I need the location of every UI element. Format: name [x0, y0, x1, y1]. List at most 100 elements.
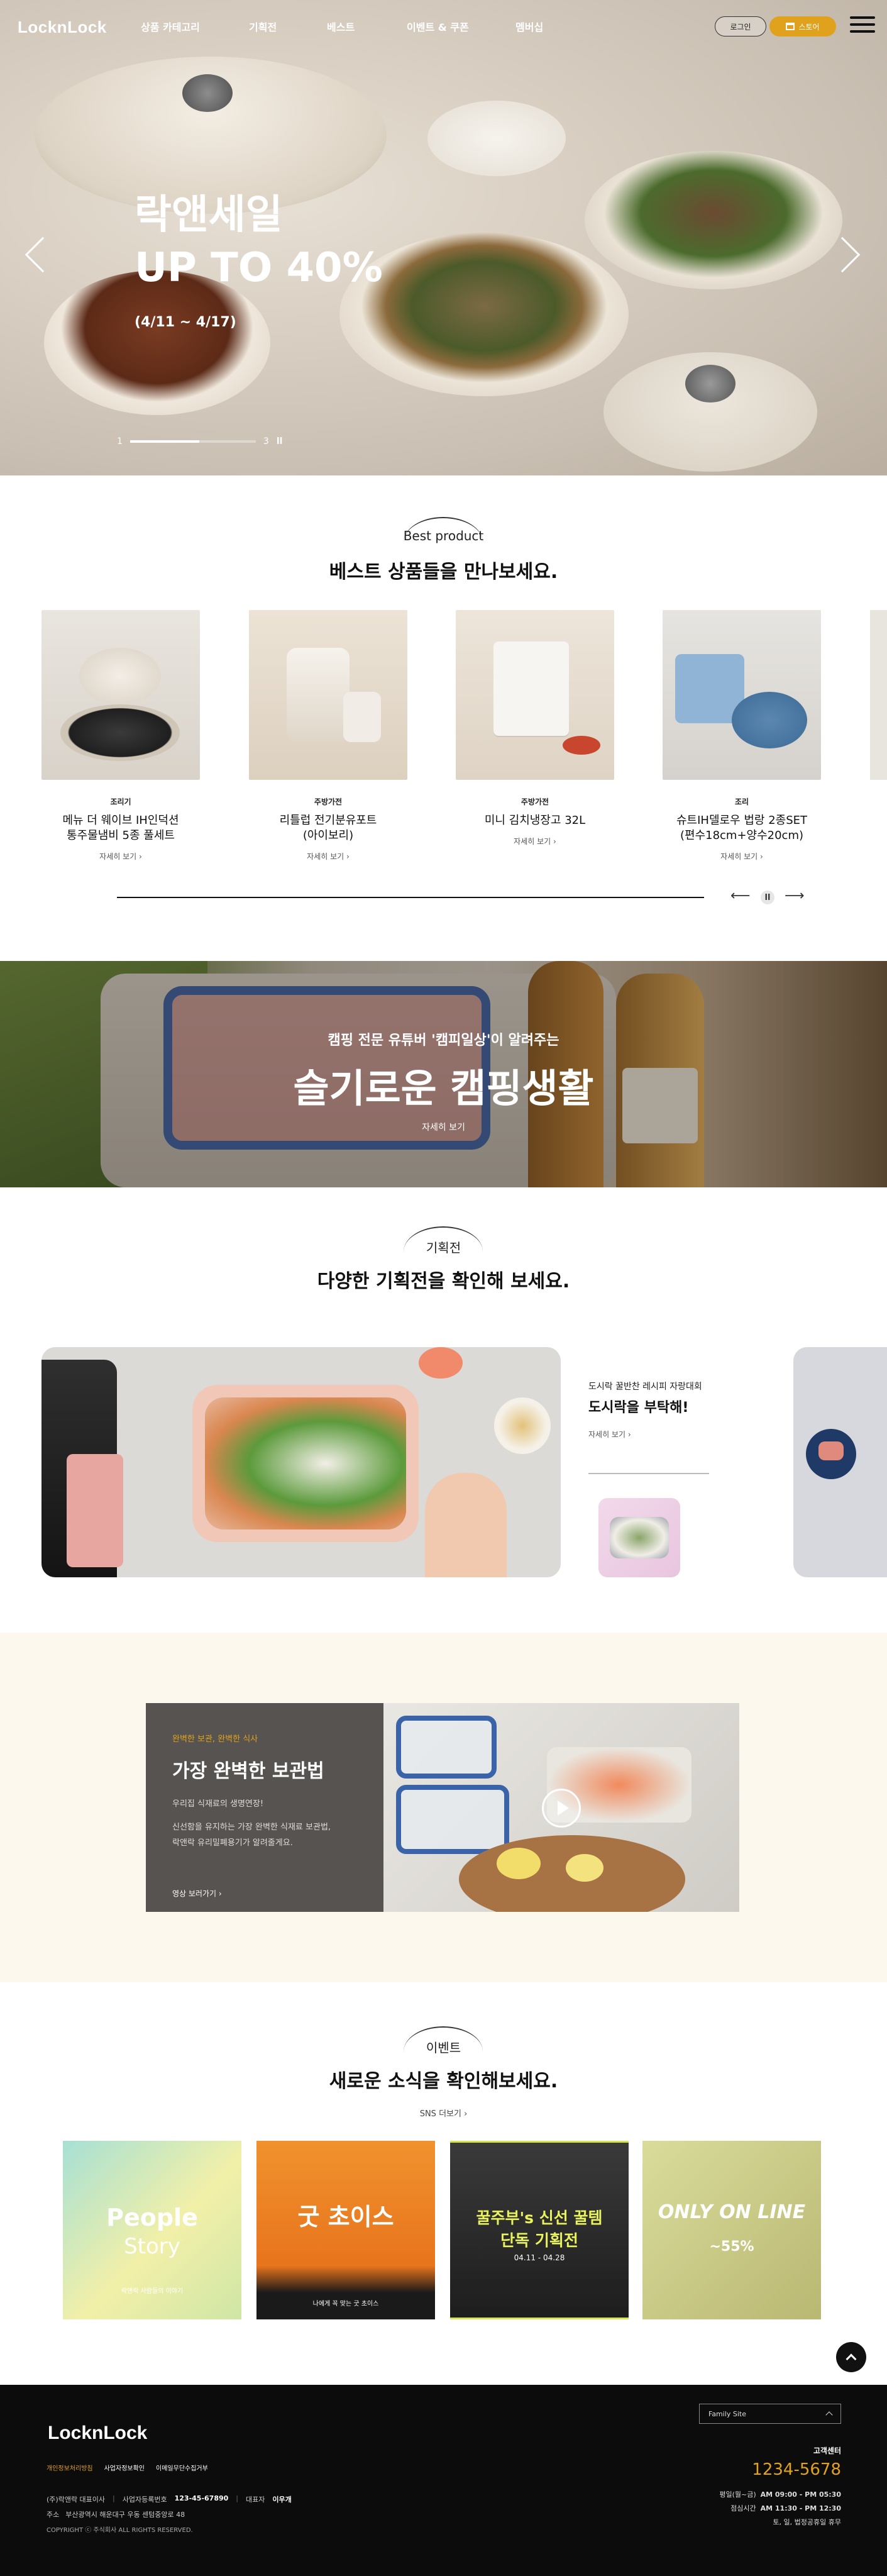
hero-banner[interactable]: LocknLock 상품 카테고리 기획전 베스트 이벤트 & 쿠폰 멤버십 로…	[0, 0, 887, 475]
sns-more-link[interactable]: SNS 더보기 ›	[0, 2107, 887, 2119]
cs-hours-note: 토, 일, 법정공휴일 휴무	[773, 2518, 841, 2526]
hero-progress-fill	[129, 440, 199, 443]
pink-notebook-image	[67, 1454, 123, 1567]
nav-item-category[interactable]: 상품 카테고리	[141, 19, 200, 34]
logo[interactable]: LocknLock	[18, 18, 107, 37]
product-more-link[interactable]: 자세히 보기 ›	[663, 851, 821, 862]
exhibition-main-image[interactable]	[41, 1347, 561, 1577]
event-caption: 나에게 꼭 맞는 굿 초이스	[312, 2301, 379, 2307]
product-image[interactable]	[249, 610, 407, 780]
nav-item-event-coupon[interactable]: 이벤트 & 쿠폰	[407, 19, 469, 34]
product-more-label: 자세히 보기	[99, 852, 137, 861]
product-card[interactable]: 조리기 메뉴 더 웨이브 IH인덕션 통주물냄비 5종 풀세트 자세히 보기 ›	[41, 610, 200, 862]
footer-logo[interactable]: LocknLock	[48, 2423, 147, 2444]
exhibition-next-card[interactable]	[793, 1347, 887, 1577]
lemon-image	[497, 1848, 541, 1879]
camping-more-link[interactable]: 자세히 보기	[0, 1121, 887, 1133]
exhibition-card-title[interactable]: 도시락을 부탁해!	[588, 1396, 688, 1416]
family-site-select[interactable]: Family Site	[699, 2404, 841, 2424]
event-card[interactable]: People Story 락앤락 사람들의 이야기	[63, 2141, 241, 2319]
product-more-link[interactable]: 자세히 보기 ›	[41, 851, 200, 862]
event-title-a: 꿀주부's 신선 꿀템	[476, 2209, 603, 2227]
product-name[interactable]: 메뉴 더 웨이브 IH인덕션 통주물냄비 5종 풀세트	[41, 813, 200, 843]
product-name[interactable]: 미니 김치냉장고 32L	[456, 813, 614, 828]
lunchbox-food	[205, 1397, 406, 1530]
camping-title: 슬기로운 캠핑생활	[293, 1065, 594, 1111]
event-caption: 04.11 - 04.28	[514, 2253, 565, 2262]
cs-hours-weekday-value: AM 09:00 - PM 05:30	[760, 2490, 841, 2499]
product-more-link[interactable]: 자세히 보기 ›	[456, 836, 614, 847]
glass-container-image-2	[396, 1785, 509, 1854]
storage-desc-3: 락앤락 유리밀폐용기가 알려줄게요.	[172, 1838, 293, 1848]
nav-item-exhibition[interactable]: 기획전	[249, 19, 277, 34]
footer-company: (주)락앤락 대표이사	[47, 2496, 106, 2504]
storage-video-link[interactable]: 영상 보러가기 ›	[172, 1888, 357, 1899]
event-card[interactable]: 꿀주부's 신선 꿀템 단독 기획전 04.11 - 04.28	[450, 2141, 629, 2319]
chevron-right-icon: ›	[346, 852, 350, 861]
event-title-a: 굿 초이스	[297, 2203, 394, 2231]
product-category: 조리기	[110, 797, 131, 806]
carousel-pause-icon[interactable]: ll	[761, 891, 774, 904]
chevron-up-icon	[825, 2411, 833, 2419]
cs-hours-weekday-label: 평일(월~금)	[719, 2490, 756, 2499]
storage-text-panel: 완벽한 보관, 완벽한 식사 가장 완벽한 보관법 우리집 식재료의 생명연장!…	[146, 1703, 383, 1912]
product-card[interactable]: 주방가전 미니 김치냉장고 32L 자세히 보기 ›	[456, 610, 614, 847]
carousel-next-icon[interactable]: ⟶	[785, 888, 805, 904]
storage-video-thumbnail[interactable]	[383, 1703, 739, 1912]
hero-plate-image	[427, 101, 566, 176]
play-icon[interactable]	[542, 1789, 581, 1828]
product-more-link[interactable]: 자세히 보기 ›	[249, 851, 407, 862]
nav-item-membership[interactable]: 멤버십	[515, 19, 543, 34]
carousel-progress-line	[117, 897, 704, 898]
cs-phone[interactable]: 1234-5678	[715, 2460, 841, 2479]
nav-item-best[interactable]: 베스트	[327, 19, 355, 34]
event-title-a: People	[106, 2204, 198, 2231]
tea-cup-image	[494, 1397, 551, 1454]
hero-steak-pan-image	[585, 151, 842, 289]
camping-subtitle: 캠핑 전문 유튜버 '캠피일상'이 알려주는	[328, 1033, 559, 1048]
chevron-up-icon	[846, 2353, 857, 2365]
exhibition-card-subtitle: 도시락 꿀반찬 레시피 자랑대회	[588, 1382, 702, 1392]
exhibition-more-link[interactable]: 자세히 보기 ›	[588, 1429, 631, 1440]
footer-link-email[interactable]: 이메일무단수집거부	[156, 2463, 208, 2472]
hero-prev-arrow-icon[interactable]	[25, 236, 61, 273]
event-title-b: Story	[124, 2234, 180, 2259]
sns-more-label: SNS 더보기	[419, 2109, 461, 2119]
product-name[interactable]: 슈트IH델로우 법랑 2종SET (편수18cm+양수20cm)	[663, 813, 821, 843]
hero-title-line2: UP TO 40%	[135, 245, 383, 291]
storage-eyebrow: 완벽한 보관, 완벽한 식사	[172, 1735, 258, 1744]
footer-rep-label: 대표자	[246, 2496, 265, 2504]
product-image[interactable]	[41, 610, 200, 780]
hero-date: (4/11 ~ 4/17)	[135, 314, 236, 330]
hero-stew-pot-image	[339, 233, 629, 396]
store-label: 스토어	[798, 22, 820, 31]
store-icon	[786, 23, 795, 30]
store-button[interactable]: 스토어	[769, 16, 836, 36]
product-name[interactable]: 리틀럽 전기분유포트 (아이보리)	[249, 813, 407, 843]
product-card-peek[interactable]	[870, 610, 887, 780]
menu-icon[interactable]	[850, 16, 875, 36]
storage-video-label: 영상 보러가기	[172, 1889, 217, 1898]
product-name-line1: 미니 김치냉장고 32L	[484, 814, 586, 827]
product-more-label: 자세히 보기	[720, 852, 758, 861]
footer-link-privacy[interactable]: 개인정보처리방침	[47, 2463, 93, 2472]
login-button[interactable]: 로그인	[715, 16, 766, 36]
product-image[interactable]	[663, 610, 821, 780]
hero-pause-icon[interactable]: ll	[277, 436, 283, 447]
product-card[interactable]: 조리 슈트IH델로우 법랑 2종SET (편수18cm+양수20cm) 자세히 …	[663, 610, 821, 862]
scroll-top-button[interactable]	[836, 2342, 866, 2372]
exhibition-thumbnail[interactable]	[598, 1498, 680, 1577]
footer-link-biz-info[interactable]: 사업자정보확인	[104, 2463, 145, 2472]
hero-progress-track	[129, 440, 256, 443]
product-card[interactable]: 주방가전 리틀럽 전기분유포트 (아이보리) 자세히 보기 ›	[249, 610, 407, 862]
carousel-prev-icon[interactable]: ⟵	[730, 888, 751, 904]
footer-address: 부산광역시 해운대구 우동 센텀중앙로 48	[65, 2511, 185, 2519]
hero-title-line1: 락앤세일	[135, 192, 283, 238]
event-card[interactable]: 굿 초이스 나에게 꼭 맞는 굿 초이스	[256, 2141, 435, 2319]
product-image[interactable]	[456, 610, 614, 780]
product-name-line2: 통주물냄비 5종 풀세트	[67, 829, 175, 842]
hero-lid-knob-2	[685, 365, 735, 402]
family-site-label: Family Site	[708, 2409, 747, 2418]
event-card[interactable]: ONLY ON LINE ~55%	[642, 2141, 821, 2319]
chevron-right-icon: ›	[627, 1430, 631, 1439]
